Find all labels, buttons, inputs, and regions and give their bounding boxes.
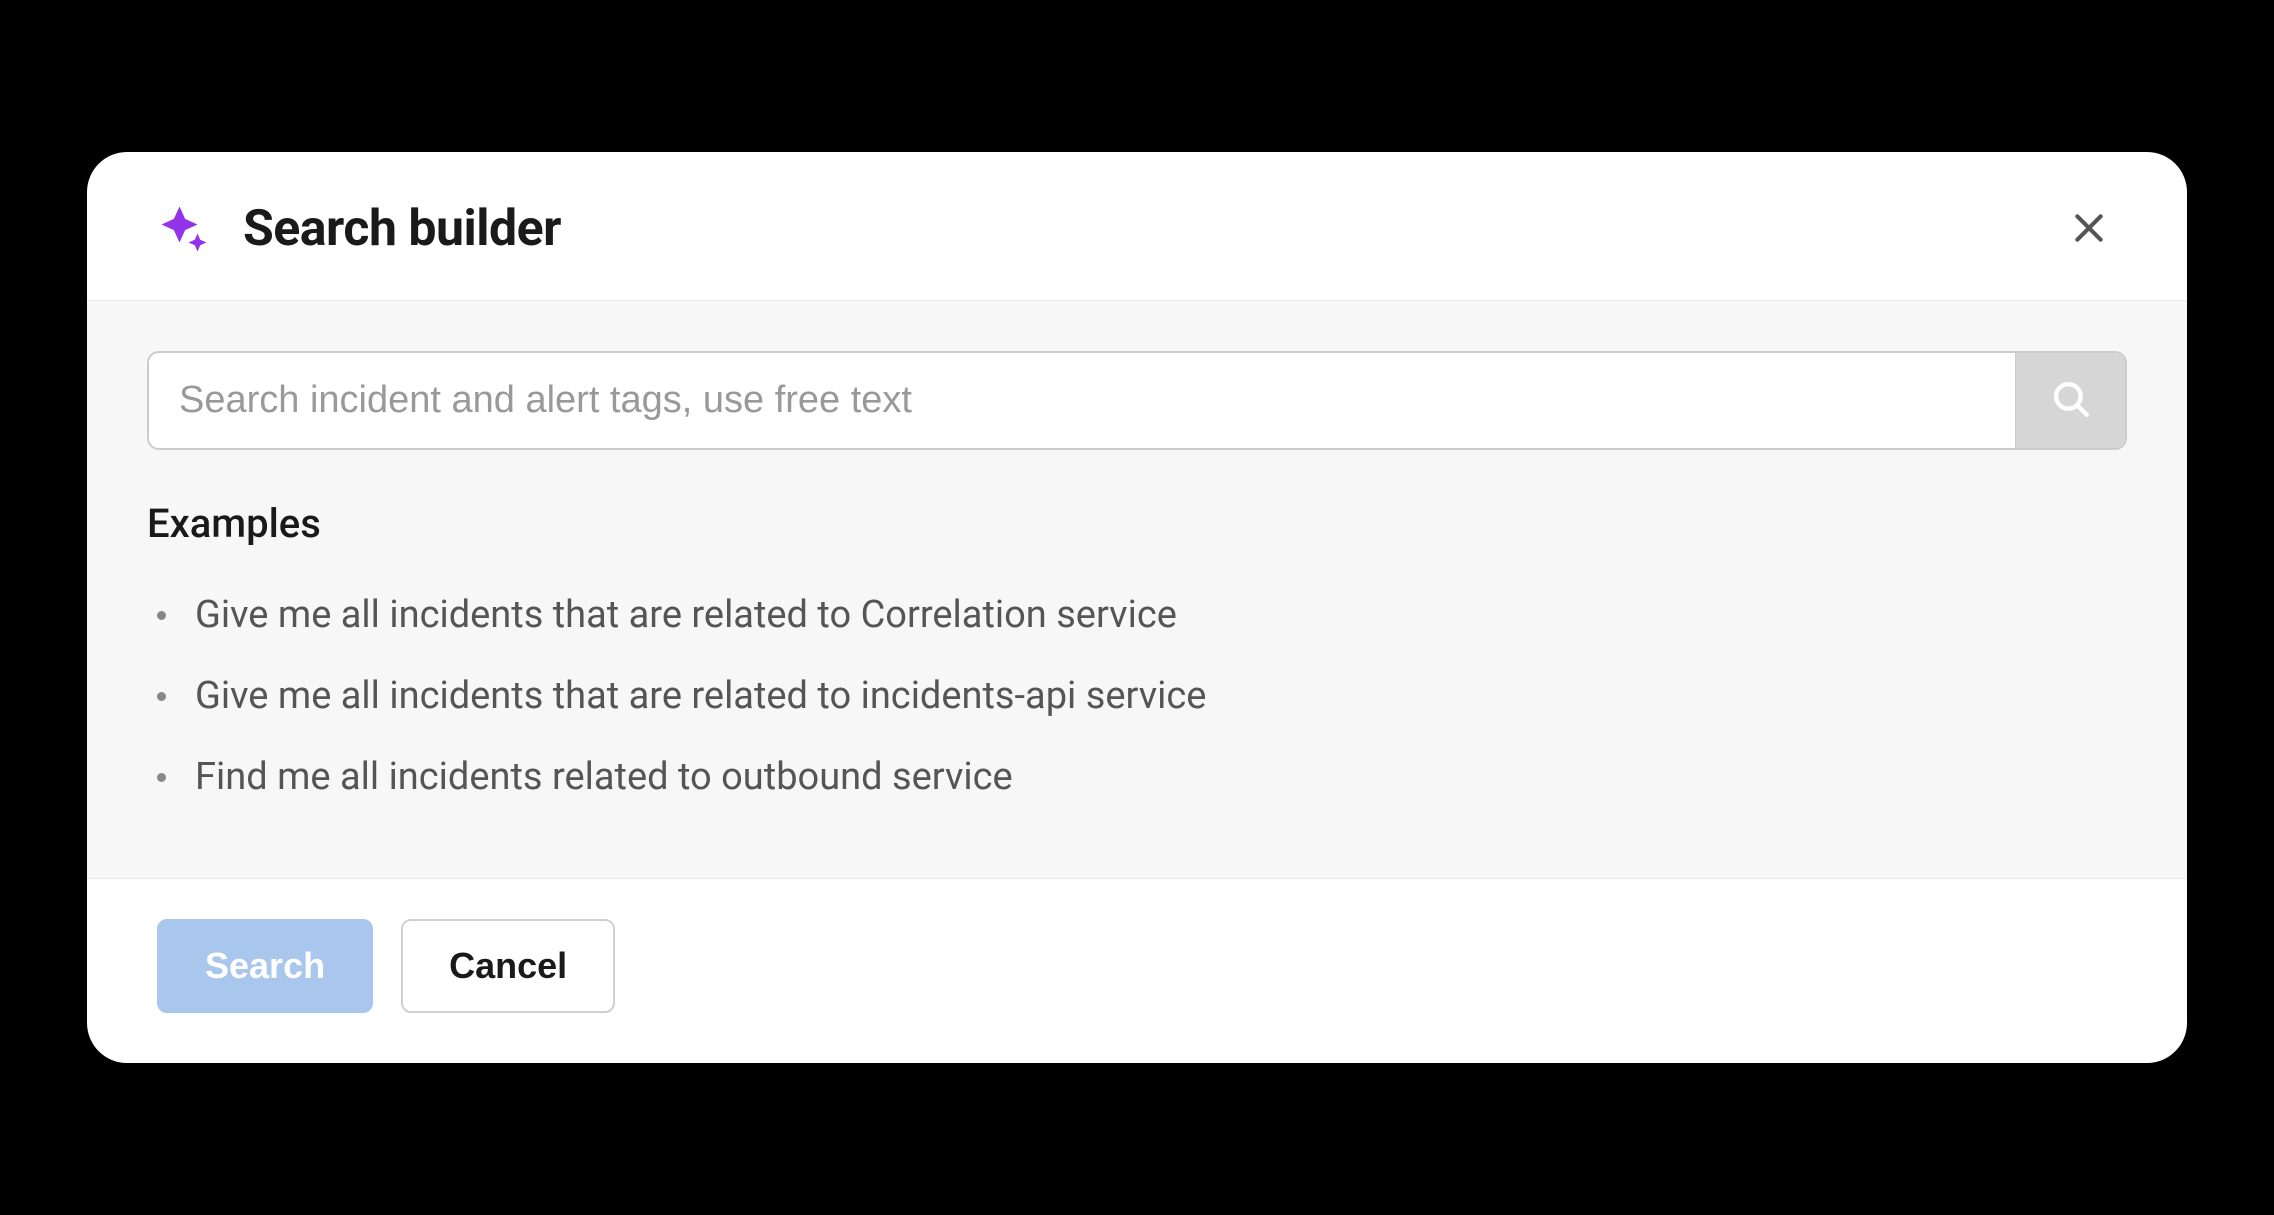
modal-header: Search builder: [87, 152, 2187, 301]
examples-section: Examples Give me all incidents that are …: [147, 500, 2127, 818]
cancel-button[interactable]: Cancel: [401, 919, 615, 1013]
sparkle-icon: [157, 202, 211, 256]
close-icon: [2069, 208, 2109, 251]
examples-list: Give me all incidents that are related t…: [147, 575, 2127, 818]
header-left: Search builder: [157, 200, 561, 258]
modal-footer: Search Cancel: [87, 878, 2187, 1063]
example-item: Give me all incidents that are related t…: [147, 575, 2127, 656]
search-input[interactable]: [149, 353, 2015, 448]
modal-body: Examples Give me all incidents that are …: [87, 301, 2187, 878]
examples-heading: Examples: [147, 500, 2127, 547]
search-row: [147, 351, 2127, 450]
search-button[interactable]: Search: [157, 919, 373, 1013]
example-item: Find me all incidents related to outboun…: [147, 737, 2127, 818]
search-submit-button[interactable]: [2015, 353, 2125, 448]
search-icon: [2050, 378, 2092, 423]
close-button[interactable]: [2061, 201, 2117, 257]
example-item: Give me all incidents that are related t…: [147, 656, 2127, 737]
search-builder-modal: Search builder: [87, 152, 2187, 1063]
modal-title: Search builder: [243, 200, 561, 258]
